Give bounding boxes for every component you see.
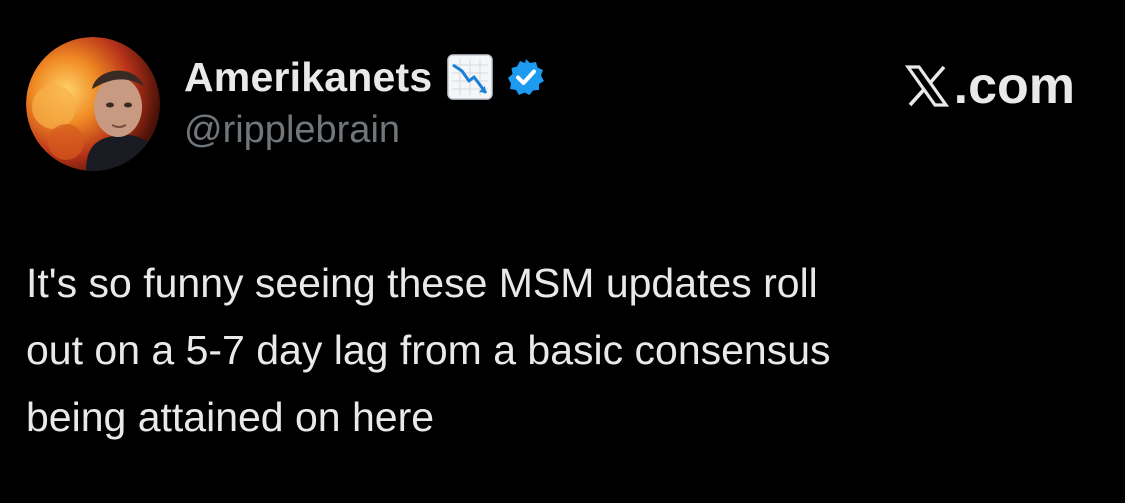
chart-decreasing-icon [446,53,494,101]
brand-watermark: .com [902,56,1075,116]
tweet-card: Amerikanets @ripplebrain .com It's so fu… [0,0,1125,503]
x-logo-icon [902,61,952,111]
author-handle[interactable]: @ripplebrain [184,108,546,152]
avatar-image [26,37,160,171]
name-row: Amerikanets [184,52,546,102]
avatar[interactable] [26,37,160,171]
tweet-text-line: out on a 5-7 day lag from a basic consen… [26,327,831,373]
verified-badge-icon [506,57,546,97]
brand-domain-label: .com [953,57,1075,115]
tweet-text: It's so funny seeing these MSM updates r… [26,250,1086,451]
author-identity: Amerikanets @ripplebrain [184,52,546,152]
tweet-text-line: being attained on here [26,394,435,440]
author-display-name[interactable]: Amerikanets [184,52,432,102]
tweet-text-line: It's so funny seeing these MSM updates r… [26,260,818,306]
